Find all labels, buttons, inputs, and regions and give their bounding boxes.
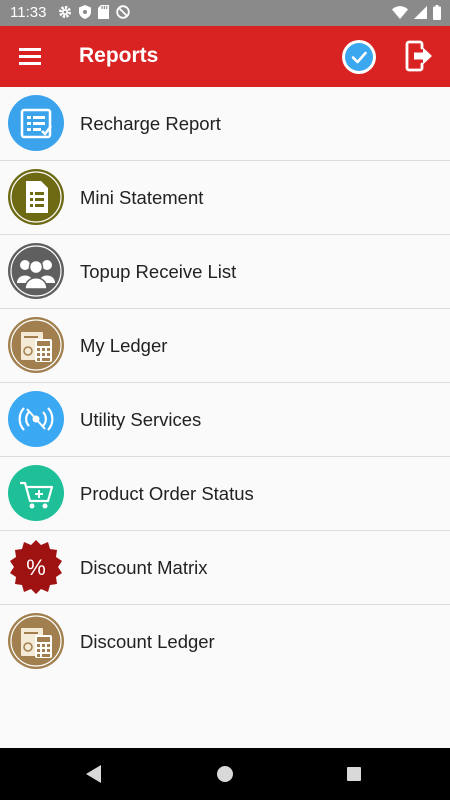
- list-item-mini-statement[interactable]: Mini Statement: [0, 161, 450, 235]
- status-bar: 11:33: [0, 0, 450, 26]
- list-item-discount-matrix[interactable]: % Discount Matrix: [0, 531, 450, 605]
- signal-icon: [414, 6, 427, 19]
- logout-button[interactable]: [404, 39, 436, 73]
- app-bar: Reports: [0, 26, 450, 87]
- shield-icon: [79, 5, 91, 19]
- list-item-recharge-report[interactable]: Recharge Report: [0, 87, 450, 161]
- svg-text:%: %: [26, 555, 46, 580]
- home-icon[interactable]: [217, 766, 233, 782]
- status-time: 11:33: [10, 4, 47, 21]
- hamburger-icon[interactable]: [19, 48, 41, 65]
- list-item-product-order-status[interactable]: Product Order Status: [0, 457, 450, 531]
- list-item-label: Product Order Status: [80, 483, 254, 504]
- shopping-cart-icon: [8, 465, 64, 521]
- battery-icon: [433, 5, 441, 20]
- no-disturb-icon: [116, 5, 130, 19]
- back-icon[interactable]: [86, 765, 102, 783]
- page-title: Reports: [79, 44, 159, 67]
- list-item-label: Discount Ledger: [80, 631, 215, 652]
- signal-waves-icon: [8, 391, 64, 447]
- check-button[interactable]: [342, 40, 376, 74]
- users-group-icon: [8, 243, 64, 299]
- list-item-label: Discount Matrix: [80, 557, 208, 578]
- mini-statement-icon: [8, 169, 64, 225]
- list-item-topup-receive-list[interactable]: Topup Receive List: [0, 235, 450, 309]
- list-item-utility-services[interactable]: Utility Services: [0, 383, 450, 457]
- reports-list: Recharge Report Mini Statement Topup Rec: [0, 87, 450, 678]
- recharge-report-icon: [8, 95, 64, 151]
- list-item-label: Mini Statement: [80, 187, 204, 208]
- sd-card-icon: [98, 5, 109, 19]
- check-icon: [345, 43, 373, 71]
- percent-badge-icon: %: [8, 539, 64, 595]
- gear-icon: [59, 6, 71, 18]
- ledger-calculator-icon: [8, 613, 64, 669]
- recent-apps-icon[interactable]: [347, 767, 361, 781]
- logout-icon: [405, 40, 432, 72]
- list-item-label: My Ledger: [80, 335, 168, 356]
- list-item-label: Utility Services: [80, 409, 202, 430]
- wifi-icon: [392, 6, 408, 19]
- navigation-bar: [0, 748, 450, 800]
- list-item-discount-ledger[interactable]: Discount Ledger: [0, 605, 450, 678]
- list-item-label: Topup Receive List: [80, 261, 237, 282]
- list-item-label: Recharge Report: [80, 113, 221, 134]
- ledger-calculator-icon: [8, 317, 64, 373]
- list-item-my-ledger[interactable]: My Ledger: [0, 309, 450, 383]
